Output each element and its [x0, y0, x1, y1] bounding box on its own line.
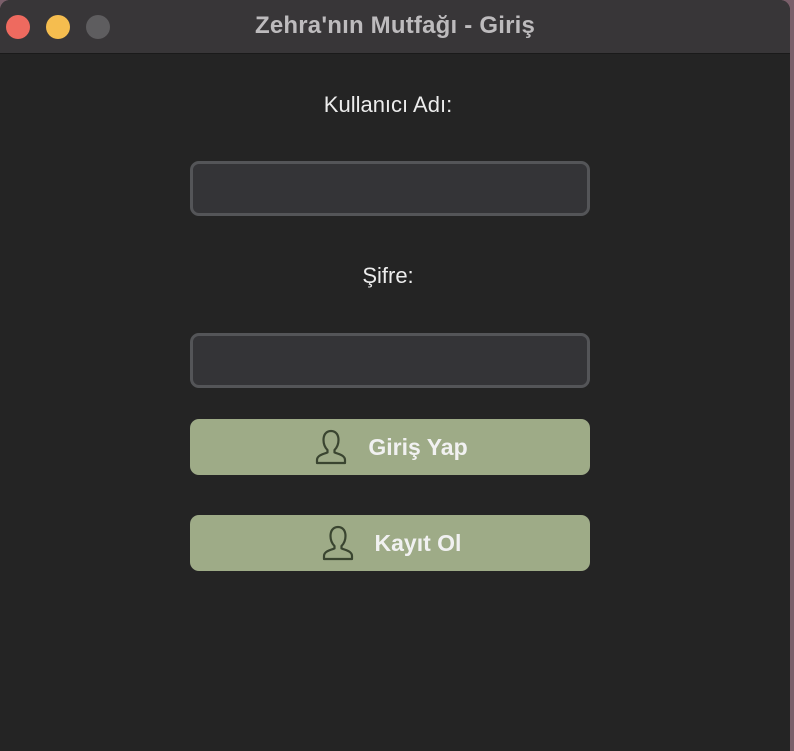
window-title: Zehra'nın Mutfağı - Giriş	[254, 12, 536, 39]
login-button[interactable]: Giriş Yap	[190, 419, 590, 475]
user-icon	[319, 524, 357, 562]
username-label: Kullanıcı Adı:	[323, 92, 453, 117]
user-icon	[312, 428, 350, 466]
app-window: Zehra'nın Mutfağı - Giriş Kullanıcı Adı:…	[0, 0, 790, 751]
title-bar[interactable]: Zehra'nın Mutfağı - Giriş	[0, 0, 790, 54]
password-input[interactable]	[190, 333, 590, 388]
register-button[interactable]: Kayıt Ol	[190, 515, 590, 571]
username-input[interactable]	[190, 161, 590, 216]
login-button-label: Giriş Yap	[368, 433, 468, 460]
register-button-label: Kayıt Ol	[374, 529, 462, 556]
password-label: Şifre:	[362, 263, 414, 288]
